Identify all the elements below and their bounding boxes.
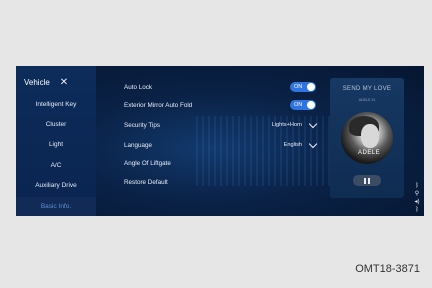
sidebar-item-intelligent-key[interactable]: Intelligent Key (16, 95, 96, 115)
chevron-down-icon (308, 119, 318, 128)
mirror-auto-fold-label: Exterior Mirror Auto Fold (124, 101, 193, 109)
language-value: English (283, 142, 302, 148)
usb-icon: ⚲ (414, 191, 420, 197)
media-player-card: SEND MY LOVE ADELE 21 ADELE (330, 78, 404, 198)
auto-lock-toggle-state: ON (294, 84, 303, 90)
battery-icon: ▬ (412, 214, 422, 216)
pause-icon-bar (364, 177, 366, 184)
close-icon[interactable]: ✕ (60, 77, 68, 88)
toggle-knob (307, 101, 315, 109)
sidebar-item-auxiliary-drive[interactable]: Auxiliary Drive (16, 176, 96, 196)
setting-auto-lock[interactable]: Auto Lock ON (124, 78, 316, 96)
pause-icon-bar (368, 177, 370, 184)
auto-lock-label: Auto Lock (124, 83, 153, 91)
toggle-knob (307, 83, 315, 91)
bluetooth-small-icon: ᛒ (415, 207, 419, 213)
volume-icon: ◂) (414, 199, 420, 205)
chevron-down-icon (308, 139, 318, 148)
language-dropdown[interactable]: English (283, 139, 318, 148)
status-icons: ᛒ ⚲ ◂) ᛒ ▬ (412, 182, 422, 216)
pause-button[interactable] (353, 175, 381, 186)
figure-caption: OMT18-3871 (355, 263, 420, 275)
sidebar-header: Vehicle ✕ (24, 74, 68, 90)
setting-liftgate-angle[interactable]: Angle Of Liftgate (124, 154, 316, 172)
security-tips-dropdown[interactable]: Lights+Horn (271, 119, 318, 128)
vehicle-settings-screen: Vehicle ✕ Intelligent Key Cluster Light … (16, 66, 424, 216)
security-tips-value: Lights+Horn (271, 122, 302, 128)
setting-security-tips[interactable]: Security Tips Lights+Horn (124, 116, 318, 134)
auto-lock-toggle[interactable]: ON (290, 82, 316, 92)
security-tips-label: Security Tips (124, 121, 161, 129)
sidebar-item-ac[interactable]: A/C (16, 156, 96, 176)
mirror-auto-fold-toggle-state: ON (294, 102, 303, 108)
setting-mirror-auto-fold[interactable]: Exterior Mirror Auto Fold ON (124, 96, 316, 114)
language-label: Language (124, 141, 153, 149)
album-art-face (361, 124, 379, 148)
sidebar-item-cluster[interactable]: Cluster (16, 115, 96, 135)
song-title: SEND MY LOVE (342, 86, 392, 92)
artist-name: ADELE 21 (358, 98, 376, 102)
liftgate-angle-label: Angle Of Liftgate (124, 159, 171, 167)
sidebar-item-light[interactable]: Light (16, 135, 96, 155)
sidebar-title: Vehicle (24, 77, 50, 87)
album-art: ADELE (341, 112, 393, 164)
setting-restore-default[interactable]: Restore Default (124, 173, 316, 191)
bluetooth-icon: ᛒ (415, 183, 419, 189)
setting-language[interactable]: Language English (124, 136, 318, 154)
sidebar: Vehicle ✕ Intelligent Key Cluster Light … (16, 66, 96, 216)
album-art-text: ADELE (358, 150, 381, 156)
restore-default-label: Restore Default (124, 178, 168, 186)
sidebar-item-basic-info[interactable]: Basic Info. (16, 197, 96, 216)
mirror-auto-fold-toggle[interactable]: ON (290, 100, 316, 110)
